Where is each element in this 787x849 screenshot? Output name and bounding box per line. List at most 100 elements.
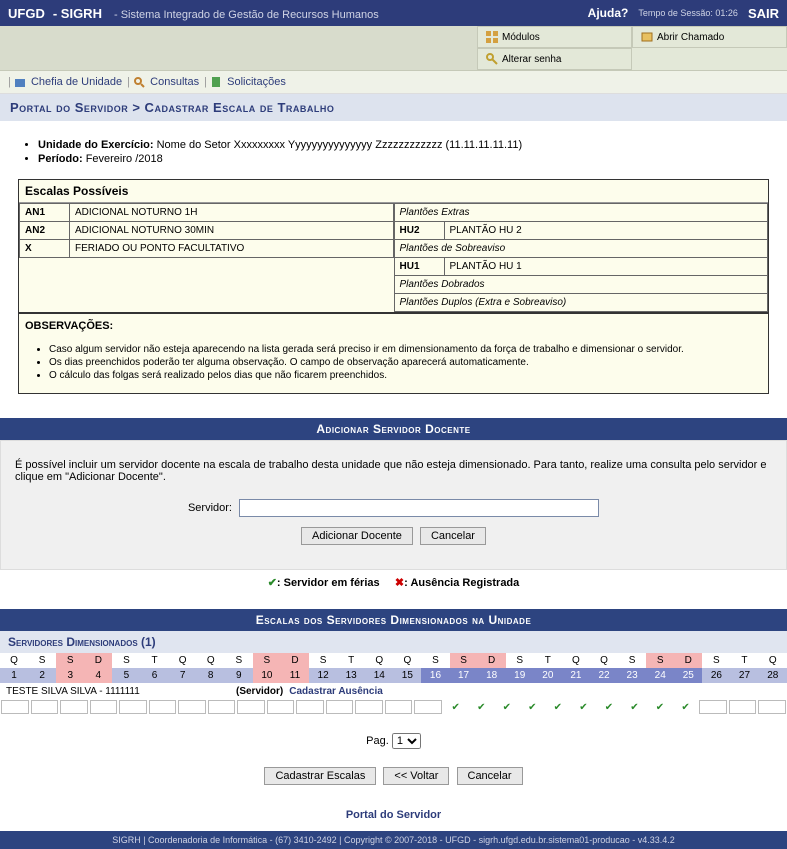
logout-link[interactable]: SAIR [748,6,779,21]
escala-code: HU1 [394,258,444,276]
day-input-cell[interactable] [31,700,59,714]
day-header: 13 [337,668,365,683]
weekday-header: S [646,653,674,668]
legend-ausencia: : Ausência Registrada [404,577,519,589]
weekday-header: S [253,653,281,668]
footer-portal-link[interactable]: Portal do Servidor [0,799,787,831]
day-header: 5 [112,668,140,683]
modules-icon [486,31,498,43]
day-input-cell[interactable] [355,700,383,714]
day-header: 17 [450,668,478,683]
system-acronym: - SIGRH [53,6,102,21]
day-header: 11 [281,668,309,683]
escala-code: HU2 [394,222,444,240]
tab-chefia[interactable]: Chefia de Unidade [31,76,122,88]
escalas-title: Escalas Possíveis [19,180,768,203]
unidade-value: Nome do Setor Xxxxxxxxx Yyyyyyyyyyyyyyy … [157,139,523,151]
weekday-header: S [225,653,253,668]
day-header: 8 [197,668,225,683]
menu-modulos-label: Módulos [502,32,540,43]
cancelar-docente-button[interactable]: Cancelar [420,527,486,545]
check-icon: ✔ [452,702,460,713]
day-header: 18 [478,668,506,683]
day-header: 9 [225,668,253,683]
menu-abrir-chamado[interactable]: Abrir Chamado [632,26,787,48]
obs-title: OBSERVAÇÕES: [19,314,768,338]
adicionar-header: Adicionar Servidor Docente [0,418,787,440]
day-input-cell[interactable] [385,700,413,714]
servidor-input[interactable] [239,499,599,517]
tab-solicitacoes[interactable]: Solicitações [227,76,286,88]
weekday-header: S [421,653,449,668]
check-icon: ✔ [579,702,587,713]
menu-modulos[interactable]: Módulos [477,26,632,48]
check-icon: ✔ [630,702,638,713]
day-header: 1 [0,668,28,683]
day-input-cell[interactable] [414,700,442,714]
weekday-header: Q [169,653,197,668]
check-icon: ✔ [681,702,689,713]
day-input-cell[interactable] [237,700,265,714]
pagination: Pag. 1 [0,733,787,749]
menu-bar: Módulos Abrir Chamado Alterar senha Menu… [0,26,787,71]
top-left: UFGD - SIGRH - Sistema Integrado de Gest… [8,6,379,21]
weekday-header: Q [562,653,590,668]
pag-select[interactable]: 1 [392,733,421,749]
weekday-header: S [702,653,730,668]
top-bar: UFGD - SIGRH - Sistema Integrado de Gest… [0,0,787,26]
menu-alterar-senha[interactable]: Alterar senha [477,48,632,70]
weekday-header: T [534,653,562,668]
adicionar-text: É possível incluir um servidor docente n… [15,459,772,483]
day-input-cell[interactable] [178,700,206,714]
day-input-cell[interactable] [60,700,88,714]
day-header: 28 [759,668,787,683]
chefia-icon [14,76,26,88]
help-link[interactable]: Ajuda? [588,6,629,20]
day-header: 4 [84,668,112,683]
weekday-header: T [730,653,758,668]
day-input-cell[interactable] [208,700,236,714]
day-header: 24 [646,668,674,683]
day-header: 19 [506,668,534,683]
adicionar-docente-button[interactable]: Adicionar Docente [301,527,413,545]
day-header: 15 [393,668,421,683]
obs-item: Os dias preenchidos poderão ter alguma o… [49,357,758,368]
periodo-label: Período: [38,153,83,165]
day-input-cell[interactable] [758,700,786,714]
day-input-cell[interactable] [1,700,29,714]
escala-desc: FERIADO OU PONTO FACULTATIVO [70,240,394,258]
day-input-cell[interactable] [267,700,295,714]
tab-consultas[interactable]: Consultas [150,76,199,88]
weekday-header: Q [197,653,225,668]
voltar-button[interactable]: << Voltar [383,767,449,785]
day-input-cell[interactable] [296,700,324,714]
info-list: Unidade do Exercício: Nome do Setor Xxxx… [38,139,769,165]
cancelar-button[interactable]: Cancelar [457,767,523,785]
obs-list: Caso algum servidor não esteja aparecend… [19,338,768,393]
servidor-name: TESTE SILVA SILVA - 1111111 [6,686,236,697]
cadastrar-escalas-button[interactable]: Cadastrar Escalas [264,767,376,785]
day-header: 21 [562,668,590,683]
day-input-cell[interactable] [119,700,147,714]
cadastrar-ausencia-link[interactable]: Cadastrar Ausência [289,686,383,697]
main-content: Unidade do Exercício: Nome do Setor Xxxx… [0,121,787,404]
day-input-cell[interactable] [149,700,177,714]
day-input-cell[interactable] [699,700,727,714]
escalas-box: Escalas Possíveis AN1ADICIONAL NOTURNO 1… [18,179,769,313]
day-input-cell[interactable] [90,700,118,714]
escala-code: AN1 [20,204,70,222]
day-header: 23 [618,668,646,683]
escala-desc: ADICIONAL NOTURNO 1H [70,204,394,222]
day-header: 6 [140,668,168,683]
day-input-cell[interactable] [729,700,757,714]
day-input-cell[interactable] [326,700,354,714]
servidor-label: Servidor: [188,502,232,514]
day-header: 25 [674,668,702,683]
day-header: 10 [253,668,281,683]
weekday-header: S [309,653,337,668]
weekday-header: D [281,653,309,668]
search-icon [133,76,145,88]
institution: UFGD [8,6,45,21]
weekday-header: S [450,653,478,668]
legend-bar: ✔: Servidor em férias ✖: Ausência Regist… [0,570,787,595]
